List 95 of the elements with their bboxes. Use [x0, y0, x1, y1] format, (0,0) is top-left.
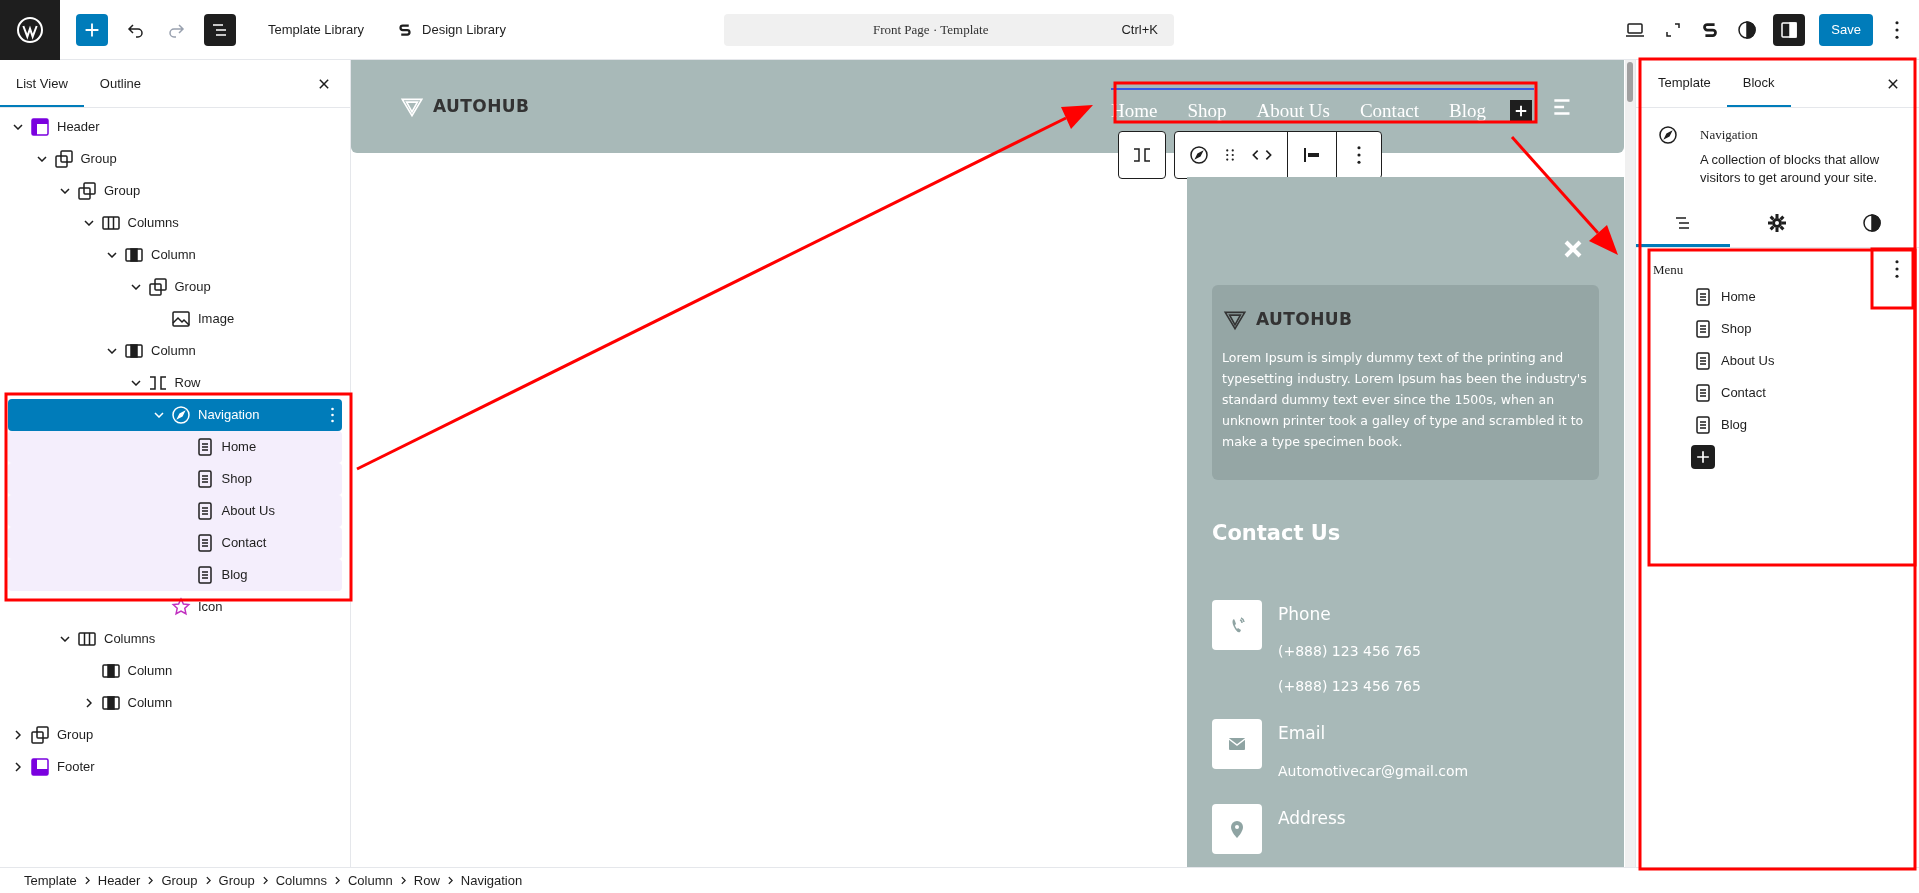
tree-item[interactable]: Group [8, 143, 342, 175]
more-icon[interactable] [1895, 260, 1899, 279]
add-block-button[interactable] [76, 13, 108, 46]
tree-item[interactable]: Column [8, 335, 342, 367]
site-logo-text: AUTOHUB [1256, 308, 1353, 332]
contact-value: (+888) 123 456 765 [1278, 677, 1421, 696]
add-menu-item-button[interactable] [1691, 445, 1715, 469]
more-icon[interactable] [1357, 146, 1361, 164]
menu-item[interactable]: Blog [1691, 409, 1919, 441]
compass-icon [1187, 143, 1211, 167]
menu-item[interactable]: Shop [1691, 313, 1919, 345]
chevron-right-icon [262, 876, 268, 885]
squares-icon [75, 179, 99, 203]
chevron-right-icon [447, 876, 453, 885]
chevron-right-icon [400, 876, 406, 885]
menu-item[interactable]: Contact [1691, 377, 1919, 409]
add-item-button[interactable] [1510, 100, 1532, 122]
tree-item[interactable]: Group [8, 271, 342, 303]
contact-value: Automotivecar@gmail.com [1278, 761, 1469, 781]
scrollbar[interactable] [1625, 60, 1635, 867]
chevron-right-icon [334, 876, 340, 885]
layout-icon [28, 115, 52, 139]
tree-item[interactable]: Shop [8, 463, 342, 495]
save-button[interactable]: Save [1819, 13, 1873, 46]
contact-label: Phone [1278, 602, 1332, 626]
tree-item[interactable]: Blog [8, 559, 342, 591]
tree-item[interactable]: Contact [8, 527, 342, 559]
squares-icon [28, 723, 52, 747]
menu-item[interactable]: Home [1691, 281, 1919, 313]
tree-item[interactable]: Columns [8, 207, 342, 239]
chevron-down-icon[interactable] [130, 284, 141, 290]
breadcrumb-link[interactable]: Row [413, 870, 440, 891]
breadcrumb-link[interactable]: Group [218, 870, 255, 891]
scrollbar-thumb[interactable] [1627, 62, 1633, 102]
contact-value: (+888) 123 456 765 [1278, 642, 1421, 661]
description-text: Lorem Ipsum is simply dummy text of the printing and typesetting industry. Lorem Ipsum has been the industry's standard dummy text ever since the 1500s, when an unknown printer took a galley of type and scrambled it to make a type specimen book. [1222, 349, 1588, 451]
menu-item[interactable]: About Us [1691, 345, 1919, 377]
chevron-down-icon[interactable] [107, 252, 117, 258]
select-parent-button[interactable] [1118, 131, 1166, 179]
panel-tab[interactable]: Outline [83, 60, 157, 107]
chevron-down-icon[interactable] [107, 348, 117, 354]
block-description: A collection of blocks that allow visitors to get around your site. [1700, 150, 1881, 187]
panel-tab[interactable]: List View [0, 60, 84, 107]
tree-item[interactable]: Column [8, 687, 342, 719]
breadcrumb-link[interactable]: Header [97, 870, 141, 891]
breadcrumb-link[interactable]: Columns [275, 870, 327, 891]
block-type-button[interactable] [1187, 143, 1211, 167]
chevron-down-icon[interactable] [60, 636, 70, 642]
breadcrumb-link[interactable]: Navigation [460, 870, 523, 891]
tree-item[interactable]: Columns [8, 623, 342, 655]
chevron-down-icon[interactable] [83, 220, 94, 226]
document-title: Front Page · Template [871, 20, 990, 39]
chevron-right-icon [148, 876, 154, 885]
layout-icon [28, 755, 52, 779]
settings-toggle-button[interactable] [1773, 13, 1806, 46]
chevron-down-icon[interactable] [130, 380, 141, 386]
chevron-down-icon[interactable] [60, 188, 70, 194]
chevron-right-icon[interactable] [85, 698, 92, 708]
contact-label: Email [1278, 722, 1327, 745]
compass-icon [169, 403, 193, 427]
site-logo-text: AUTOHUB [433, 94, 530, 118]
breadcrumb-link[interactable]: Template [24, 870, 77, 891]
toolbar-link[interactable]: Design Library [396, 19, 506, 40]
more-icon[interactable] [1895, 20, 1899, 39]
command-palette-field[interactable]: Front Page · Template Ctrl+K [723, 13, 1174, 46]
contact-label: Address [1278, 806, 1346, 830]
breadcrumb-link[interactable]: Column [347, 870, 393, 891]
tree-item[interactable]: Column [8, 655, 342, 687]
chevron-right-icon[interactable] [15, 762, 21, 772]
wordpress-logo[interactable] [0, 0, 60, 60]
tree-item[interactable]: Home [8, 431, 342, 463]
tree-item[interactable]: Group [8, 719, 342, 751]
compass-icon [1656, 123, 1680, 147]
chevron-right-icon [205, 876, 211, 885]
chevron-right-icon [84, 876, 90, 885]
chevron-down-icon[interactable] [36, 156, 47, 162]
breadcrumb-link[interactable]: Group [161, 870, 198, 891]
shortcut-hint: Ctrl+K [1121, 20, 1158, 39]
tree-item[interactable]: Image [8, 303, 342, 335]
document-overview-button[interactable] [204, 13, 236, 46]
chevron-right-icon[interactable] [15, 730, 21, 740]
tree-item[interactable]: Icon [8, 591, 342, 623]
menu-label: Menu [1653, 260, 1684, 279]
sidebar-tab[interactable]: Block [1726, 60, 1791, 107]
chevron-down-icon[interactable] [13, 124, 23, 130]
toolbar-link[interactable]: Template Library [268, 19, 365, 40]
tree-item[interactable]: Row [8, 367, 342, 399]
tree-item[interactable]: About Us [8, 495, 342, 527]
tree-item[interactable]: Column [8, 239, 342, 271]
block-title: Navigation [1700, 126, 1759, 144]
tree-item[interactable]: Header [8, 111, 342, 143]
sidebar-tab[interactable]: Template [1642, 60, 1727, 107]
contact-heading: Contact Us [1212, 520, 1342, 547]
tree-item[interactable]: Footer [8, 751, 342, 783]
tree-item[interactable]: Group [8, 175, 342, 207]
